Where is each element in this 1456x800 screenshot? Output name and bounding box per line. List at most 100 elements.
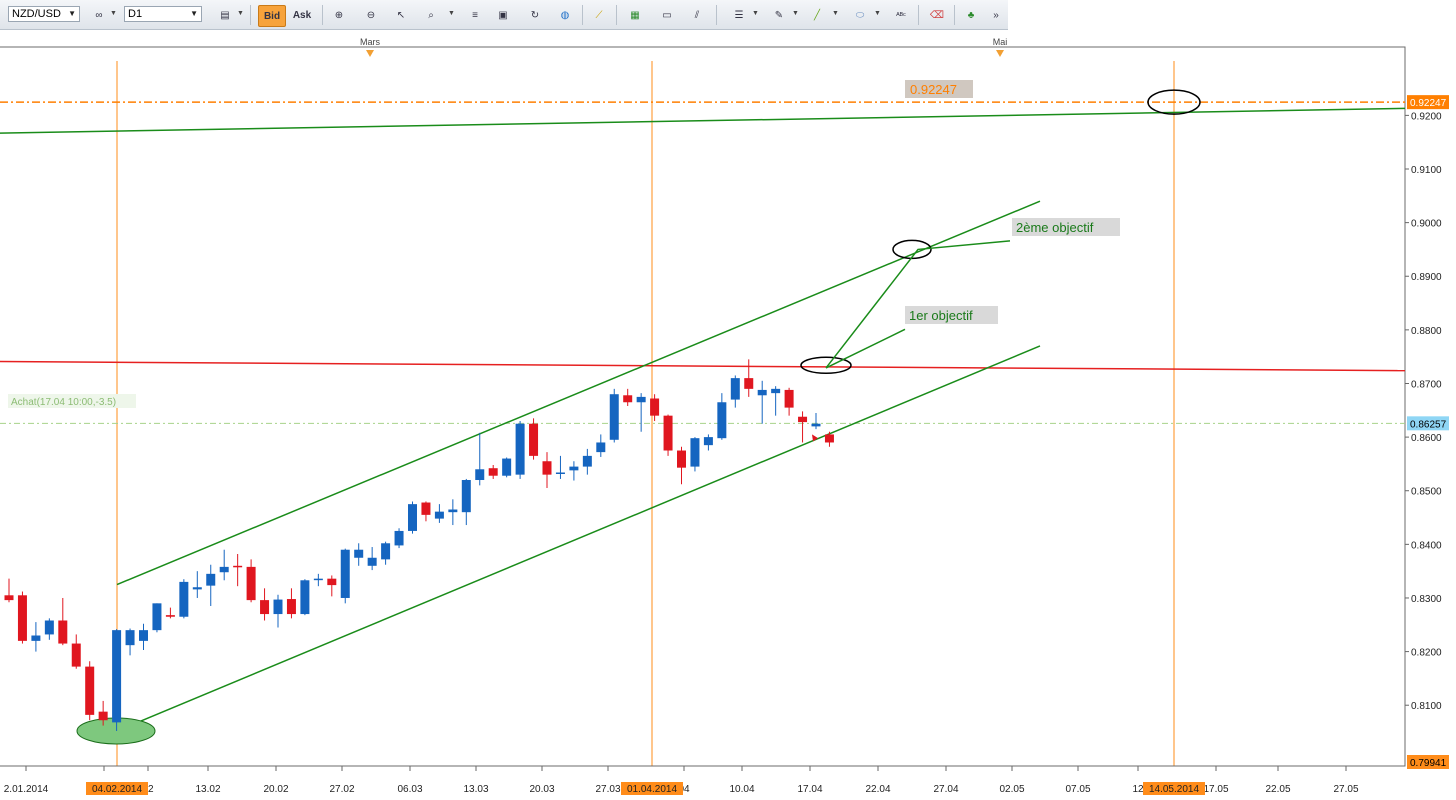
candle-body <box>98 711 108 721</box>
x-axis: 2.01.201430.010213.0220.0227.0206.0313.0… <box>0 765 1405 795</box>
candle-body <box>434 511 444 519</box>
candle-body <box>408 504 417 531</box>
y-tick-label: 0.8600 <box>1411 433 1442 444</box>
candle-body <box>448 509 458 513</box>
x-tick-label: 02.05 <box>999 784 1024 795</box>
candle-body <box>703 437 713 446</box>
month-label-mars: Mars <box>360 37 380 47</box>
candle-body <box>717 402 727 439</box>
candle-body <box>744 378 754 389</box>
candle-body <box>206 573 216 586</box>
candle-body <box>502 458 512 476</box>
candle <box>85 661 95 721</box>
y-tick-label: 0.8300 <box>1411 594 1442 605</box>
candle-body <box>555 472 565 474</box>
candle-body <box>179 581 189 617</box>
entry-label: Achat(17.04 10:00,-3.5) <box>11 397 116 408</box>
y-tick-label: 0.9100 <box>1411 165 1442 176</box>
y-tick-label: 0.8900 <box>1411 272 1442 283</box>
objective-1-label: 1er objectif <box>909 308 973 323</box>
candle <box>394 528 404 549</box>
y-tick-label: 0.8700 <box>1411 379 1442 390</box>
candle-body <box>17 595 27 641</box>
candle <box>609 388 619 443</box>
x-tick-label: 20.03 <box>529 784 554 795</box>
x-tick-label: 27.04 <box>933 784 958 795</box>
candle <box>152 603 162 633</box>
candle-body <box>233 565 243 568</box>
candle <box>340 548 350 604</box>
candle-body <box>340 549 350 598</box>
y-tick-label: 0.9000 <box>1411 219 1442 230</box>
month-label-mai: Mai <box>993 37 1008 47</box>
x-tick-label: 27.05 <box>1333 784 1358 795</box>
candle <box>515 421 525 479</box>
candle-body <box>582 455 592 467</box>
x-tick-label: 2.01.2014 <box>4 784 49 795</box>
candle-body <box>71 643 81 667</box>
candle-body <box>286 599 296 615</box>
candle-body <box>327 578 337 586</box>
candle-body <box>421 502 431 515</box>
candle-body <box>636 396 646 403</box>
x-tick-label: 07.05 <box>1065 784 1090 795</box>
candle-body <box>112 630 122 723</box>
x-tick-label: 12 <box>1132 784 1144 795</box>
candle-body <box>529 423 539 456</box>
candle-body <box>488 468 498 476</box>
date-marker-label: 14.05.2014 <box>1149 784 1199 795</box>
x-tick-label: 17.04 <box>797 784 822 795</box>
candle-body <box>273 599 283 615</box>
candle-body <box>367 557 377 566</box>
candle-body <box>798 416 808 423</box>
candle-body <box>730 378 740 400</box>
x-tick-label: 22.05 <box>1265 784 1290 795</box>
candle <box>502 457 512 478</box>
candle-body <box>125 630 135 646</box>
x-tick-label: 22.04 <box>865 784 890 795</box>
candle-body <box>165 615 175 617</box>
candle-body <box>677 450 686 468</box>
candle-body <box>192 587 202 590</box>
candle-body <box>690 438 700 467</box>
candle-body <box>31 635 41 641</box>
candle-body <box>824 434 834 443</box>
candle <box>690 437 700 472</box>
candle-body <box>152 603 162 631</box>
candle-body <box>219 566 229 573</box>
plot-frame <box>0 46 1406 767</box>
target-price-label: 0.92247 <box>910 82 957 97</box>
candle-body <box>663 415 673 451</box>
objective-2-label: 2ème objectif <box>1016 220 1094 235</box>
candle-body <box>569 466 579 471</box>
candle-body <box>811 423 821 427</box>
price-chart[interactable]: Mars Mai 2ème objectif 1er objectif 0.9224… <box>0 0 1456 800</box>
candle-body <box>623 395 633 403</box>
y-tick-label: 0.8200 <box>1411 648 1442 659</box>
bottom-price-tag-label: 0.79941 <box>1410 758 1447 769</box>
candle-body <box>771 388 781 394</box>
candle-body <box>461 480 471 513</box>
x-tick-label: 10.04 <box>729 784 754 795</box>
x-tick-label: 13.03 <box>463 784 488 795</box>
candle <box>663 414 673 456</box>
candle-body <box>650 398 660 416</box>
candle-body <box>58 620 68 644</box>
candle-body <box>4 595 14 601</box>
y-tick-label: 0.8100 <box>1411 701 1442 712</box>
target-price-tag-label: 0.92247 <box>1410 98 1447 109</box>
candle-body <box>542 461 552 475</box>
candle-body <box>44 620 54 635</box>
date-marker-label: 01.04.2014 <box>627 784 677 795</box>
y-tick-label: 0.8400 <box>1411 540 1442 551</box>
x-tick-label: 17.05 <box>1203 784 1228 795</box>
y-axis: 0.9200 0.9100 0.9000 0.8900 0.8800 0.8700 0.86… <box>1405 95 1449 769</box>
candle <box>408 501 417 534</box>
candle-body <box>609 394 619 440</box>
candle <box>529 418 539 460</box>
candle-body <box>475 469 485 481</box>
candle <box>112 629 122 731</box>
candle-body <box>757 389 767 396</box>
y-tick-label: 0.8800 <box>1411 326 1442 337</box>
y-tick-label: 0.8500 <box>1411 487 1442 498</box>
